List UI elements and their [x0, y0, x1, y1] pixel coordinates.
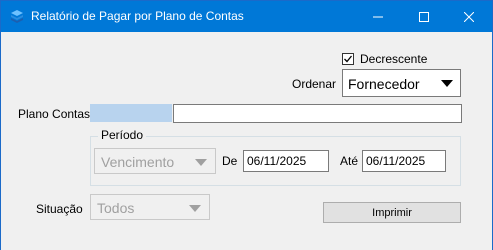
decrescente-label[interactable]: Decrescente: [360, 52, 427, 66]
data-fim-input[interactable]: 06/11/2025: [362, 150, 446, 172]
close-icon: [464, 11, 474, 22]
ate-label: Até: [340, 154, 359, 168]
periodo-legend: Período: [98, 128, 147, 142]
situacao-label: Situação: [36, 202, 83, 216]
minimize-icon: [373, 16, 383, 17]
report-window: Relatório de Pagar por Plano de Contas D…: [0, 0, 493, 250]
ordenar-select[interactable]: Fornecedor: [342, 69, 461, 97]
title-bar[interactable]: Relatório de Pagar por Plano de Contas: [1, 1, 492, 32]
close-button[interactable]: [446, 1, 492, 32]
periodo-tipo-select[interactable]: Vencimento: [94, 148, 216, 174]
stack-icon: [11, 10, 23, 23]
dropdown-arrow-icon: [189, 205, 201, 212]
imprimir-button[interactable]: Imprimir: [323, 202, 461, 223]
window-title: Relatório de Pagar por Plano de Contas: [31, 9, 244, 23]
plano-contas-label: Plano Contas: [18, 107, 91, 121]
maximize-icon: [419, 11, 429, 22]
de-label: De: [222, 154, 238, 168]
decrescente-checkbox[interactable]: [342, 53, 354, 65]
form-area: Decrescente Ordenar Fornecedor Plano Con…: [1, 32, 492, 250]
data-fim-value: 06/11/2025: [366, 154, 426, 168]
plano-contas-code-input[interactable]: [90, 104, 172, 122]
minimize-button[interactable]: [355, 1, 401, 32]
ordenar-label: Ordenar: [292, 77, 337, 91]
dropdown-arrow-icon: [195, 159, 207, 166]
data-inicio-input[interactable]: 06/11/2025: [243, 150, 329, 172]
checkmark-icon: [344, 55, 353, 63]
situacao-value: Todos: [97, 200, 135, 216]
situacao-select[interactable]: Todos: [90, 194, 210, 220]
periodo-tipo-value: Vencimento: [101, 154, 175, 170]
maximize-button[interactable]: [401, 1, 447, 32]
dropdown-arrow-icon: [441, 80, 453, 87]
data-inicio-value: 06/11/2025: [247, 154, 307, 168]
ordenar-value: Fornecedor: [348, 76, 420, 92]
plano-contas-description-input[interactable]: [173, 104, 462, 123]
